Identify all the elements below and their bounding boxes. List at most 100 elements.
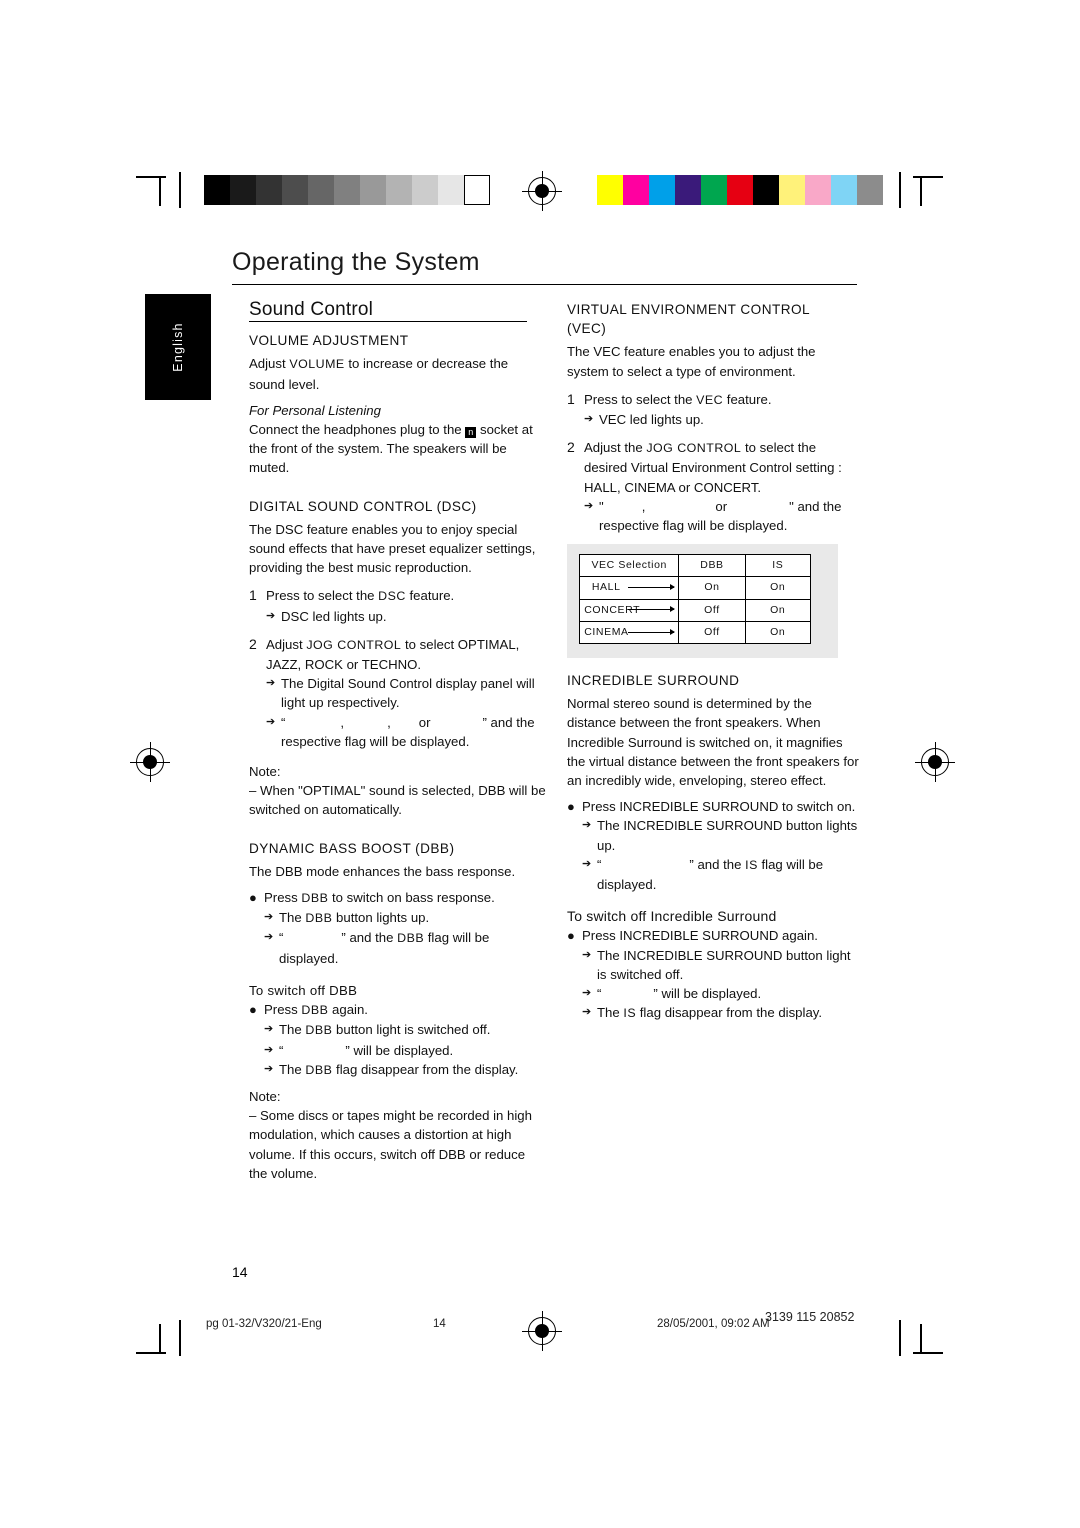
dsc-step1-result-text: DSC led lights up. <box>281 608 387 624</box>
left-column: Sound Control VOLUME ADJUSTMENT Adjust V… <box>249 300 546 1183</box>
is-a4-post: ” will be displayed. <box>653 986 762 1002</box>
table-header-selection: VEC Selection <box>578 554 680 578</box>
vec-settings-table: VEC Selection DBB IS HALL On On CONCERT … <box>578 554 811 645</box>
arrow-line-icon <box>628 606 676 613</box>
table-cell-is: On <box>744 620 811 645</box>
table-cell-is: On <box>744 598 811 622</box>
dbb-key: DBB <box>301 891 329 906</box>
dbb-b1-post: to switch on bass response. <box>328 890 495 906</box>
bullet-icon: ● <box>567 799 575 815</box>
dbb-bullet-2: ● Press DBB again. <box>249 1000 546 1020</box>
quote-open: “ <box>597 856 602 872</box>
page-header: Operating the System <box>232 248 857 285</box>
footer-date: 28/05/2001, 09:02 AM <box>657 1318 770 1330</box>
is-key: IS <box>623 1006 637 1021</box>
dsc-note-label: Note: <box>249 764 281 780</box>
dbb-note-label: Note: <box>249 1088 281 1104</box>
dbb-switch-off-heading: To switch off DBB <box>249 982 358 998</box>
is-bullet-1-text: Press INCREDIBLE SURROUND to switch on. <box>582 799 856 815</box>
vec-intro: The VEC feature enables you to adjust th… <box>567 344 816 379</box>
table-cell-dbb: Off <box>678 598 746 622</box>
dbb-bullet-2-text: Press DBB again. <box>264 1000 546 1020</box>
vec-step-2: 2 Adjust the JOG CONTROL to select the d… <box>567 438 860 497</box>
language-tab-label: English <box>171 322 185 372</box>
vec-heading-line2: (VEC) <box>567 321 607 337</box>
dbb-bullet-1-text: Press DBB to switch on bass response. <box>264 888 546 908</box>
is-off-result-2: ➔ “ ” will be displayed. <box>582 984 860 1003</box>
dbb-a1-pre: The <box>279 910 306 926</box>
table-header-is: IS <box>744 554 811 578</box>
arrow-icon: ➔ <box>582 857 592 870</box>
dbb-bullet-1: ● Press DBB to switch on bass response. <box>249 888 546 908</box>
dbb-off-result-3: ➔ The DBB flag disappear from the displa… <box>264 1060 546 1080</box>
jog-control-key: JOG CONTROL <box>306 637 402 652</box>
dbb-intro: The DBB mode enhances the bass response. <box>249 863 516 879</box>
is-result-2: ➔ “” and the IS flag will be displayed. <box>582 855 860 894</box>
dsc-step-2-result-2: ➔ “,, or” and the respective flag will be… <box>266 713 546 751</box>
dsc-step-2-number: 2 <box>249 635 257 652</box>
arrow-icon: ➔ <box>582 1006 592 1019</box>
dsc-step2-result1-text: The Digital Sound Control display panel … <box>281 676 535 711</box>
dbb-key: DBB <box>305 1062 333 1077</box>
table-cell-selection-label: HALL <box>591 581 621 594</box>
arrow-icon: ➔ <box>264 1023 274 1036</box>
table-header-row: VEC Selection DBB IS <box>578 554 811 578</box>
incredible-surround-intro: Normal stereo sound is determined by the… <box>567 696 859 789</box>
dbb-heading: DYNAMIC BASS BOOST (DBB) <box>249 840 455 856</box>
table-row: CINEMA Off On <box>578 620 811 645</box>
is-off-result-1: ➔ The INCREDIBLE SURROUND button light i… <box>582 946 860 984</box>
dsc-step1-pre: Press to select the <box>266 588 379 604</box>
arrow-icon: ➔ <box>584 499 594 512</box>
arrow-icon: ➔ <box>266 715 276 728</box>
dbb-b2-post: again. <box>328 1002 368 1018</box>
quote-open: “ <box>597 986 602 1002</box>
vec-step-1: 1 Press to select the VEC feature. <box>567 390 860 410</box>
or-word: or <box>715 498 728 514</box>
bullet-icon: ● <box>567 928 575 944</box>
document-page: Operating the System English Sound Contr… <box>0 0 1080 1528</box>
headphone-text-pre: Connect the headphones plug to the <box>249 422 466 438</box>
is-result-2-text: “” and the IS flag will be displayed. <box>597 855 860 894</box>
dbb-off-result-3-text: The DBB flag disappear from the display. <box>279 1060 546 1080</box>
footer-document-code: 3139 115 20852 <box>765 1310 855 1324</box>
quote-open: " <box>599 498 604 514</box>
vec-heading-line1: VIRTUAL ENVIRONMENT CONTROL <box>567 302 811 317</box>
table-cell-is: On <box>744 576 811 600</box>
vec-step1-result-text: VEC led lights up. <box>599 412 704 428</box>
table-row: CONCERT Off On <box>578 598 811 622</box>
color-calibration-bars <box>597 175 883 205</box>
title-rule <box>232 284 857 285</box>
bullet-icon: ● <box>249 890 257 906</box>
arrow-icon: ➔ <box>582 948 592 961</box>
dsc-step-1-result: ➔ DSC led lights up. <box>266 607 546 626</box>
is-bullet-1: ● Press INCREDIBLE SURROUND to switch on… <box>567 797 860 816</box>
table-row: HALL On On <box>578 576 811 600</box>
arrow-icon: ➔ <box>582 987 592 1000</box>
dsc-intro: The DSC feature enables you to enjoy spe… <box>249 521 536 576</box>
dbb-b2-pre: Press <box>264 1002 302 1018</box>
dbb-off-result-2-text: “ ” will be displayed. <box>279 1041 546 1060</box>
dsc-heading: DIGITAL SOUND CONTROL (DSC) <box>249 498 477 514</box>
vec-step2-pre: Adjust the <box>584 440 647 456</box>
personal-listening-text: Connect the headphones plug to the n soc… <box>249 420 546 478</box>
table-cell-dbb: On <box>678 576 746 600</box>
quote-open: “ <box>281 714 286 730</box>
is-a2-mid: ” and the <box>689 856 746 872</box>
is-bullet-2-text: Press INCREDIBLE SURROUND again. <box>582 928 818 944</box>
is-off-result-3: ➔ The IS flag disappear from the display… <box>582 1003 860 1023</box>
arrow-line-icon <box>628 628 676 635</box>
vec-step1-pre: Press to select the <box>584 391 697 407</box>
dbb-result-2-text: “” and the DBB flag will be displayed. <box>279 928 546 967</box>
table-cell-selection: HALL <box>578 576 680 600</box>
is-off-result-1-text: The INCREDIBLE SURROUND button light is … <box>597 947 851 982</box>
arrow-icon: ➔ <box>264 1043 274 1056</box>
personal-listening-heading: For Personal Listening <box>249 402 381 418</box>
dbb-key: DBB <box>301 1003 329 1018</box>
dsc-step2-result2-text: “,, or” and the respective flag will be d… <box>281 713 546 751</box>
table-cell-dbb: Off <box>678 620 746 645</box>
dsc-step-1-body: Press to select the DSC feature. <box>266 586 546 606</box>
sound-control-heading: Sound Control <box>249 299 374 320</box>
dbb-a5-post: flag disappear from the display. <box>332 1061 519 1077</box>
dbb-a3-post: button light is switched off. <box>332 1022 491 1038</box>
dbb-off-result-1-text: The DBB button light is switched off. <box>279 1020 546 1040</box>
